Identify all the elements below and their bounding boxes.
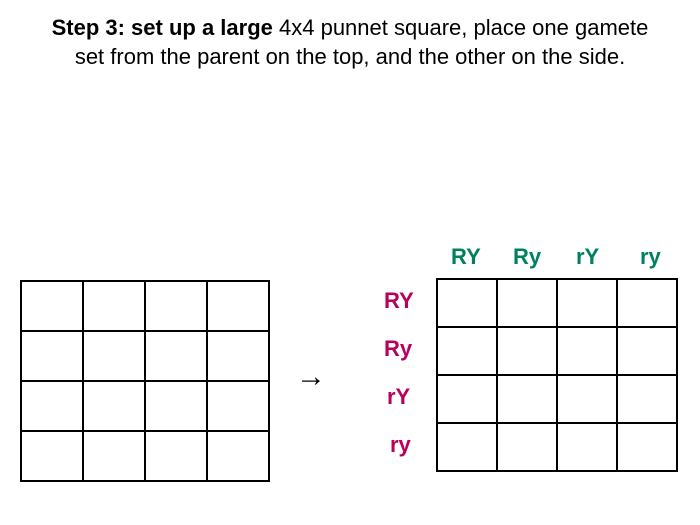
top-gamete-Ry: Ry: [513, 244, 541, 270]
side-gamete-ry: ry: [390, 432, 411, 458]
punnett-grid-labeled: [436, 278, 678, 472]
top-gamete-ry: ry: [640, 244, 661, 270]
side-gamete-rY: rY: [387, 384, 410, 410]
top-gamete-rY: rY: [576, 244, 599, 270]
side-gamete-Ry: Ry: [384, 336, 412, 362]
punnett-grid-empty: [20, 280, 270, 482]
top-gamete-RY: RY: [451, 244, 481, 270]
instruction-bold: Step 3: set up a large: [52, 15, 273, 40]
instruction-text: Step 3: set up a large 4x4 punnet square…: [50, 14, 650, 71]
side-gamete-RY: RY: [384, 288, 414, 314]
arrow-icon: →: [296, 360, 326, 394]
